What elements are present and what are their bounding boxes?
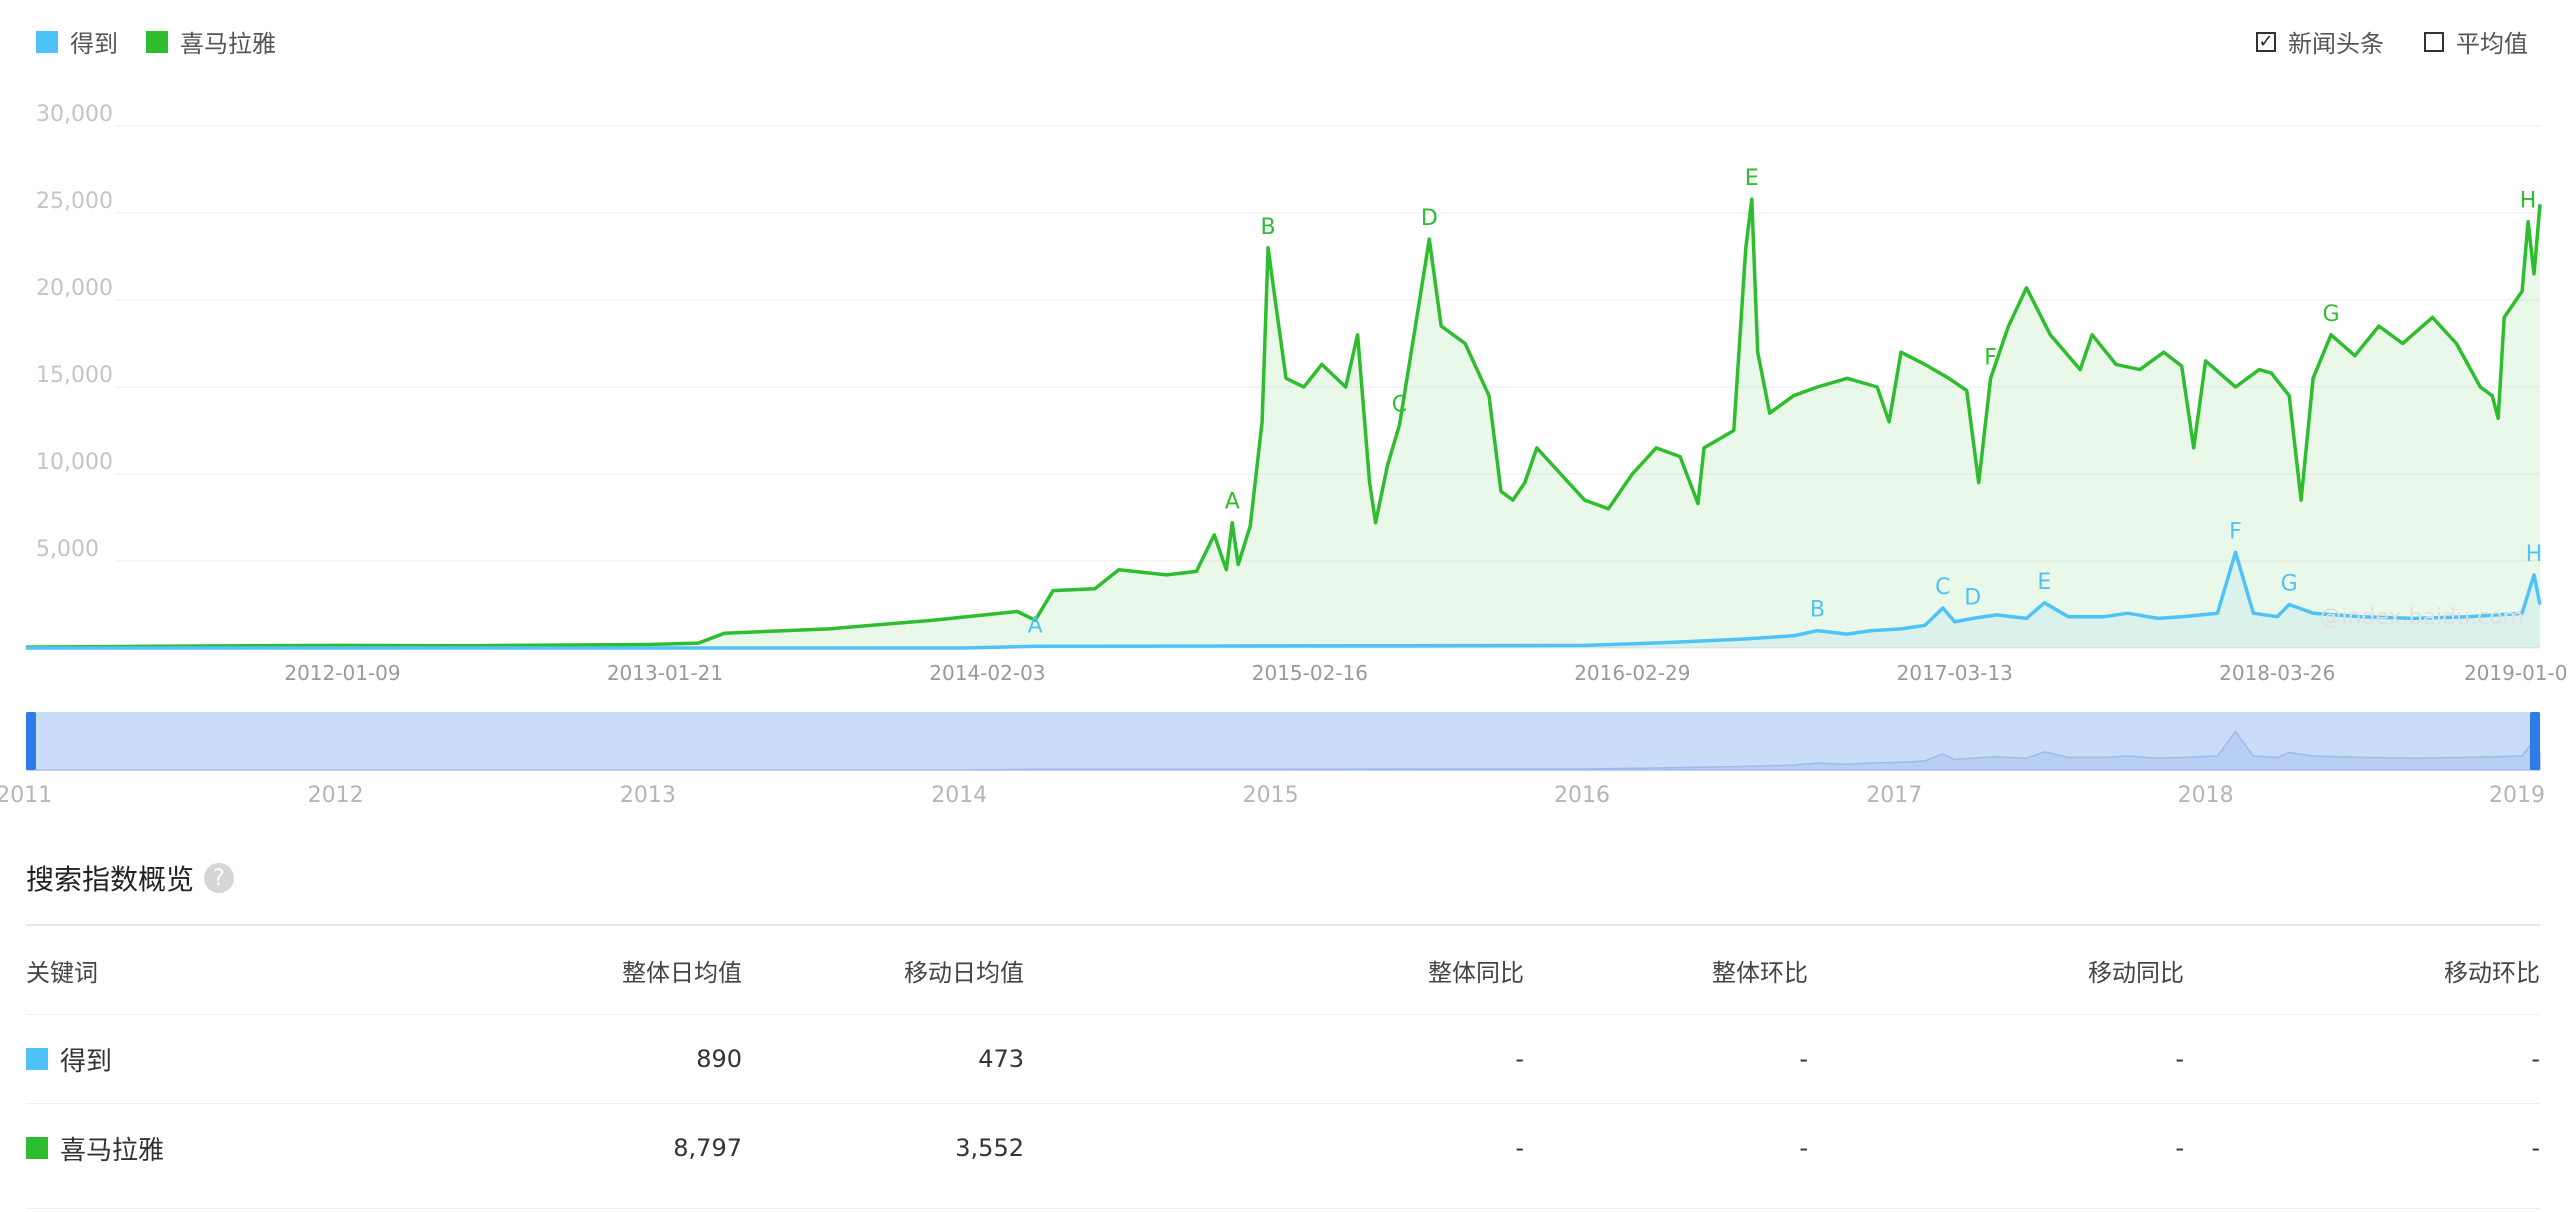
annotation-ximalaya-E: E	[1745, 166, 1759, 191]
summary-title-wrap: 搜索指数概览 ?	[26, 858, 235, 898]
header-overall-yoy: 整体同比	[1428, 958, 1524, 987]
annotation-dedao-B: B	[1810, 598, 1825, 623]
annotation-ximalaya-G: G	[2322, 302, 2339, 327]
series-area-ximalaya	[26, 199, 2540, 648]
keyword-cell: 得到	[26, 1014, 356, 1104]
overall-mom-cell: -	[1524, 1103, 1808, 1192]
y-tick-label: 20,000	[36, 276, 113, 301]
navigator-year-label: 2014	[931, 783, 987, 808]
overall-yoy-cell: -	[1024, 1014, 1524, 1104]
navigator-year-label: 2017	[1866, 783, 1922, 808]
x-tick-label: 2016-02-29	[1574, 661, 1690, 685]
keyword-cell: 喜马拉雅	[26, 1103, 356, 1192]
summary-header-row: 关键词 整体日均值 移动日均值 整体同比 整体环比 移动同比 移动环比	[26, 926, 2540, 1015]
header-overall-mom: 整体环比	[1712, 958, 1808, 987]
y-tick-label: 30,000	[36, 102, 113, 127]
annotation-dedao-D: D	[1964, 585, 1981, 610]
overall-mom-cell: -	[1524, 1014, 1808, 1104]
trend-chart: 5,00010,00015,00020,00025,00030,000ABCDE…	[0, 102, 2568, 808]
table-row: 喜马拉雅 8,797 3,552 - - - -	[26, 1103, 2540, 1192]
keyword-ximalaya: 喜马拉雅	[60, 1135, 165, 1166]
annotation-ximalaya-B: B	[1261, 215, 1276, 240]
header-overall-daily-avg: 整体日均值	[622, 958, 742, 987]
overall-daily-avg-cell: 8,797	[356, 1103, 742, 1192]
x-tick-label: 2013-01-21	[607, 661, 723, 685]
annotation-ximalaya-H: H	[2520, 189, 2537, 214]
y-tick-label: 15,000	[36, 363, 113, 388]
header-mobile-mom: 移动环比	[2444, 958, 2540, 987]
annotation-dedao-H: H	[2526, 542, 2543, 567]
navigator-left-handle[interactable]	[26, 712, 36, 770]
x-tick-label: 2017-03-13	[1897, 661, 2013, 685]
navigator-year-label: 2015	[1243, 783, 1299, 808]
x-tick-label: 2015-02-16	[1252, 661, 1368, 685]
navigator-year-label: 2016	[1554, 783, 1610, 808]
keyword-dedao: 得到	[60, 1046, 113, 1077]
navigator-year-label: 2018	[2178, 783, 2234, 808]
y-tick-label: 5,000	[36, 537, 99, 562]
navigator-year-label: 2012	[308, 783, 364, 808]
header-mobile-yoy: 移动同比	[2088, 958, 2184, 987]
annotation-ximalaya-D: D	[1421, 206, 1438, 231]
watermark: @index.baidu.com	[2319, 605, 2524, 630]
annotation-dedao-G: G	[2281, 572, 2298, 597]
y-tick-label: 25,000	[36, 189, 113, 214]
help-icon[interactable]: ?	[204, 863, 235, 893]
annotation-dedao-C: C	[1935, 575, 1950, 600]
mobile-mom-cell: -	[2184, 1103, 2540, 1192]
x-tick-label: 2018-03-26	[2219, 661, 2335, 685]
table-row: 得到 890 473 - - - -	[26, 1014, 2540, 1104]
x-tick-label: 2019-01-07	[2464, 661, 2568, 685]
annotation-ximalaya-A: A	[1225, 490, 1240, 515]
mobile-yoy-cell: -	[1808, 1103, 2184, 1192]
header-mobile-daily-avg: 移动日均值	[904, 958, 1024, 987]
row-swatch-dedao	[26, 1048, 48, 1070]
annotation-dedao-E: E	[2037, 570, 2051, 595]
annotation-dedao-F: F	[2229, 519, 2242, 544]
row-swatch-ximalaya	[26, 1137, 48, 1159]
overall-yoy-cell: -	[1024, 1103, 1524, 1192]
mobile-daily-avg-cell: 473	[742, 1014, 1024, 1104]
x-tick-label: 2012-01-09	[284, 661, 400, 685]
navigator-year-label: 2011	[0, 783, 52, 808]
y-tick-label: 10,000	[36, 450, 113, 475]
x-tick-label: 2014-02-03	[929, 661, 1045, 685]
annotation-ximalaya-F: F	[1984, 345, 1997, 370]
navigator-year-label: 2013	[620, 783, 676, 808]
navigator-year-label: 2019	[2489, 783, 2545, 808]
table-bottom-divider	[26, 1208, 2540, 1209]
annotation-dedao-A: A	[1028, 613, 1043, 638]
mobile-yoy-cell: -	[1808, 1014, 2184, 1104]
mobile-mom-cell: -	[2184, 1014, 2540, 1104]
header-keyword: 关键词	[26, 958, 98, 987]
annotation-ximalaya-C: C	[1392, 392, 1407, 417]
summary-title: 搜索指数概览	[26, 863, 195, 896]
summary-table: 关键词 整体日均值 移动日均值 整体同比 整体环比 移动同比 移动环比 得到 8…	[26, 926, 2540, 1192]
mobile-daily-avg-cell: 3,552	[742, 1103, 1024, 1192]
overall-daily-avg-cell: 890	[356, 1014, 742, 1104]
navigator-right-handle[interactable]	[2530, 712, 2540, 770]
